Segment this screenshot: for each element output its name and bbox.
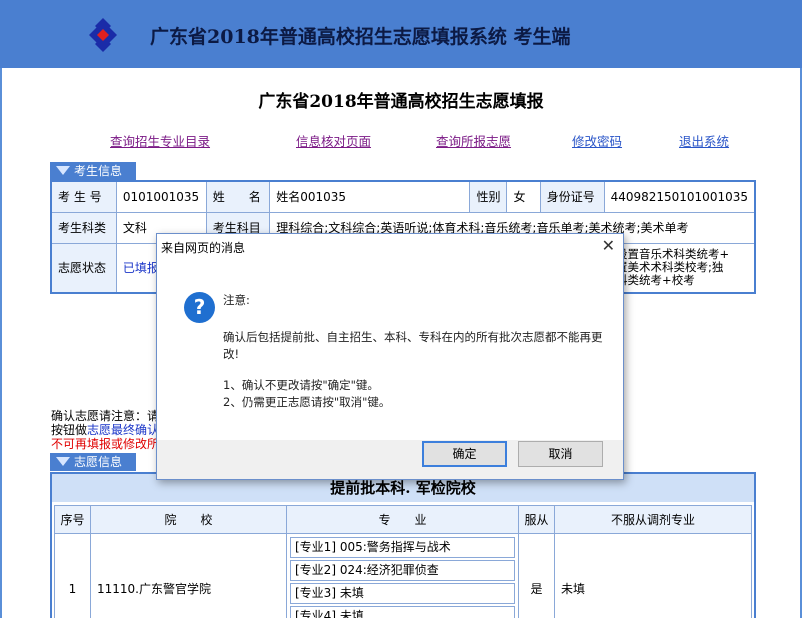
close-icon[interactable]: ✕ xyxy=(602,236,615,255)
row-school: 11110.广东警官学院 xyxy=(90,533,287,618)
ok-button[interactable]: 确定 xyxy=(422,441,507,467)
row-majors: [专业1] 005:警务指挥与战术 [专业2] 024:经济犯罪侦查 [专业3]… xyxy=(286,533,519,618)
page-title: 广东省2018年普通高校招生志愿填报 xyxy=(258,92,544,112)
row-no: 1 xyxy=(54,533,91,618)
table-row: 1 11110.广东警官学院 [专业1] 005:警务指挥与战术 [专业2] 0… xyxy=(54,533,752,618)
cancel-button[interactable]: 取消 xyxy=(518,441,603,467)
nav-link-info-check[interactable]: 信息核对页面 xyxy=(296,131,371,150)
row-obey: 是 xyxy=(518,533,555,618)
app-header: 广东省2018年普通高校招生志愿填报系统 考生端 xyxy=(0,0,802,68)
status-note: 立设置音乐术科类统考+ 设置美术术科类校考;独 术科类统考+校考 xyxy=(603,242,756,294)
student-info-tab: 考生信息 xyxy=(50,162,136,180)
frame-border-left xyxy=(0,68,2,618)
volunteer-tab-label: 志愿信息 xyxy=(74,455,123,469)
col-header-obey: 服从 xyxy=(518,505,555,534)
app-title: 广东省2018年普通高校招生志愿填报系统 考生端 xyxy=(150,26,571,48)
volunteer-table: 序号 院 校 专 业 服从 不服从调剂专业 1 11110.广东警官学院 [专业… xyxy=(54,505,752,618)
id-label: 身份证号 xyxy=(539,180,605,213)
id-value: 440982150101001035 xyxy=(603,180,756,213)
row-not-obey: 未填 xyxy=(554,533,752,618)
col-header-no: 序号 xyxy=(54,505,91,534)
logo-icon xyxy=(89,18,117,52)
major-slot-3: [专业3] 未填 xyxy=(290,583,515,604)
name-value: 姓名001035 xyxy=(269,180,471,213)
status-note-line-3: 术科类统考+校考 xyxy=(604,273,695,288)
exam-no-label: 考 生 号 xyxy=(50,180,117,213)
dialog-title: 来自网页的消息 xyxy=(161,241,246,255)
dialog-body-line-1: 确认后包括提前批、自主招生、本科、专科在内的所有批次志愿都不能再更 xyxy=(223,330,603,344)
confirm-dialog: 来自网页的消息 ✕ ? 注意: 确认后包括提前批、自主招生、本科、专科在内的所有… xyxy=(156,233,624,480)
notice-line-3: 不可再填报或修改所 xyxy=(51,437,160,451)
col-header-not-obey: 不服从调剂专业 xyxy=(554,505,752,534)
volunteer-tab: 志愿信息 xyxy=(50,453,136,471)
major-slot-4: [专业4] 未填 xyxy=(290,606,515,618)
exam-no-value: 0101001035 xyxy=(115,180,207,213)
dialog-body: ? 注意: 确认后包括提前批、自主招生、本科、专科在内的所有批次志愿都不能再更 … xyxy=(157,260,623,440)
nav-link-major-catalog[interactable]: 查询招生专业目录 xyxy=(110,131,210,150)
gender-value: 女 xyxy=(506,180,541,213)
nav-link-query-volunteer[interactable]: 查询所报志愿 xyxy=(436,131,511,150)
category-label: 考生科类 xyxy=(50,211,117,244)
col-header-major: 专 业 xyxy=(286,505,519,534)
major-slot-2: [专业2] 024:经济犯罪侦查 xyxy=(290,560,515,581)
dialog-body-line-2: 改! xyxy=(223,347,240,361)
status-label: 志愿状态 xyxy=(50,242,117,294)
name-label: 姓 名 xyxy=(205,180,271,213)
gender-label: 性别 xyxy=(469,180,508,213)
volunteer-panel: 提前批本科. 军检院校 序号 院 校 专 业 服从 不服从调剂专业 1 1111… xyxy=(50,472,756,618)
col-header-school: 院 校 xyxy=(90,505,287,534)
dialog-step-2: 2、仍需更正志愿请按"取消"键。 xyxy=(223,395,391,409)
nav-link-change-password[interactable]: 修改密码 xyxy=(572,131,622,150)
student-info-tab-label: 考生信息 xyxy=(74,164,123,178)
nav-link-logout[interactable]: 退出系统 xyxy=(679,131,729,150)
question-icon: ? xyxy=(184,292,215,323)
dialog-step-1: 1、确认不更改请按"确定"键。 xyxy=(223,378,379,392)
major-slot-1: [专业1] 005:警务指挥与战术 xyxy=(290,537,515,558)
dialog-heading: 注意: xyxy=(223,293,250,307)
